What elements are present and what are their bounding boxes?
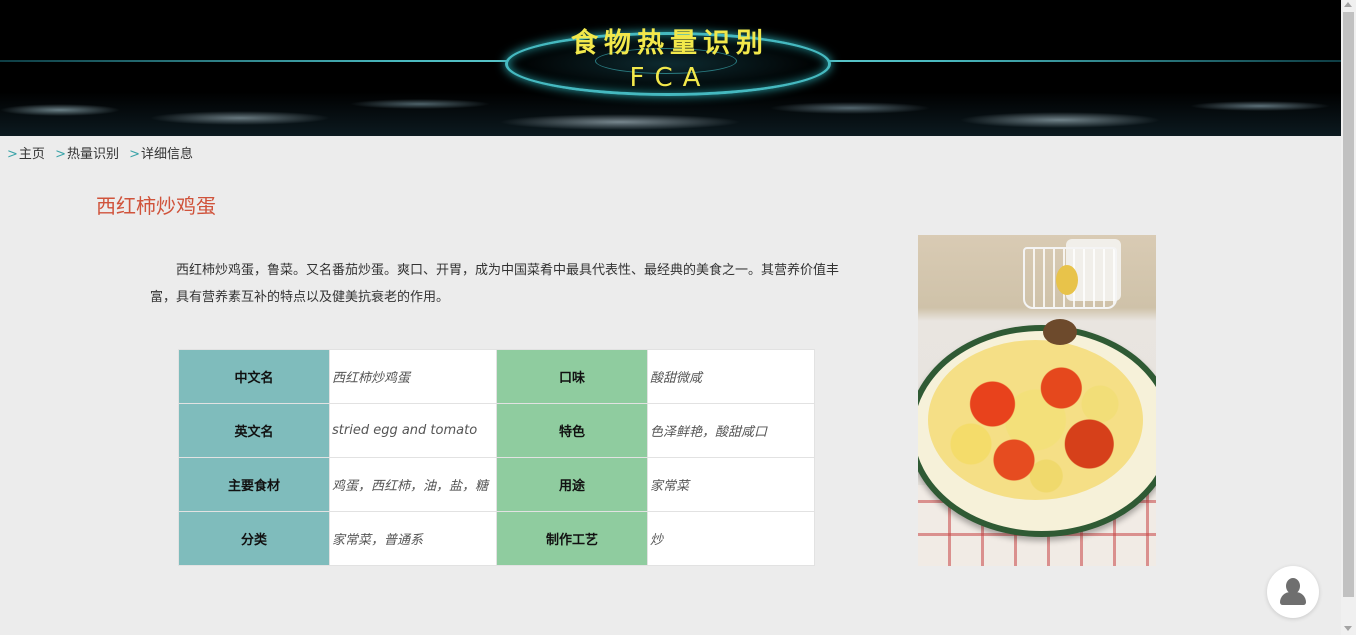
info-label: 主要食材 [178,457,330,512]
info-value: 家常菜 [647,457,815,512]
breadcrumb: >主页 >热量识别 >详细信息 [7,146,199,164]
breadcrumb-separator-icon: > [7,147,18,162]
table-row: 英文名 stried egg and tomato 特色 色泽鲜艳，酸甜咸口 [178,403,815,458]
scroll-down-arrow-icon[interactable] [1344,626,1352,631]
info-value: 鸡蛋，西红柿，油，盐，糖 [329,457,497,512]
photo-egg [1043,319,1077,345]
scrollbar-thumb[interactable] [1343,12,1354,597]
info-value: 家常菜，普通系 [329,511,497,566]
scroll-up-arrow-icon[interactable] [1344,2,1352,7]
table-row: 中文名 西红柿炒鸡蛋 口味 酸甜微咸 [178,349,815,404]
info-label: 分类 [178,511,330,566]
breadcrumb-home-link[interactable]: 主页 [19,147,45,162]
banner-light-decoration [0,92,1341,136]
site-subtitle: FCA [629,63,711,93]
info-label: 英文名 [178,403,330,458]
info-label: 制作工艺 [496,511,648,566]
info-label: 用途 [496,457,648,512]
dish-info-table: 中文名 西红柿炒鸡蛋 口味 酸甜微咸 英文名 stried egg and to… [178,349,815,566]
photo-lemon [1056,265,1078,295]
info-label: 中文名 [178,349,330,404]
breadcrumb-recognition-link[interactable]: 热量识别 [67,147,119,162]
info-value: 炒 [647,511,815,566]
info-value: 色泽鲜艳，酸甜咸口 [647,403,815,458]
chat-avatar-button[interactable] [1267,566,1319,618]
breadcrumb-current: 详细信息 [141,147,194,162]
photo-tomato-egg [928,340,1143,500]
dish-photo [918,235,1156,566]
user-avatar-icon-body [1280,592,1306,605]
dish-title: 西红柿炒鸡蛋 [96,194,216,218]
info-value: 西红柿炒鸡蛋 [329,349,497,404]
dish-description: 西红柿炒鸡蛋，鲁菜。又名番茄炒蛋。爽口、开胃，成为中国菜肴中最具代表性、最经典的… [150,263,840,305]
header-banner: 食物热量识别 FCA [0,0,1341,136]
info-value: 酸甜微咸 [647,349,815,404]
table-row: 分类 家常菜，普通系 制作工艺 炒 [178,511,815,566]
info-label: 口味 [496,349,648,404]
vertical-scrollbar[interactable] [1341,0,1356,635]
table-row: 主要食材 鸡蛋，西红柿，油，盐，糖 用途 家常菜 [178,457,815,512]
breadcrumb-separator-icon: > [129,147,141,162]
info-value: stried egg and tomato [329,403,497,458]
breadcrumb-separator-icon: > [55,147,66,162]
info-label: 特色 [496,403,648,458]
site-title: 食物热量识别 [571,28,769,59]
